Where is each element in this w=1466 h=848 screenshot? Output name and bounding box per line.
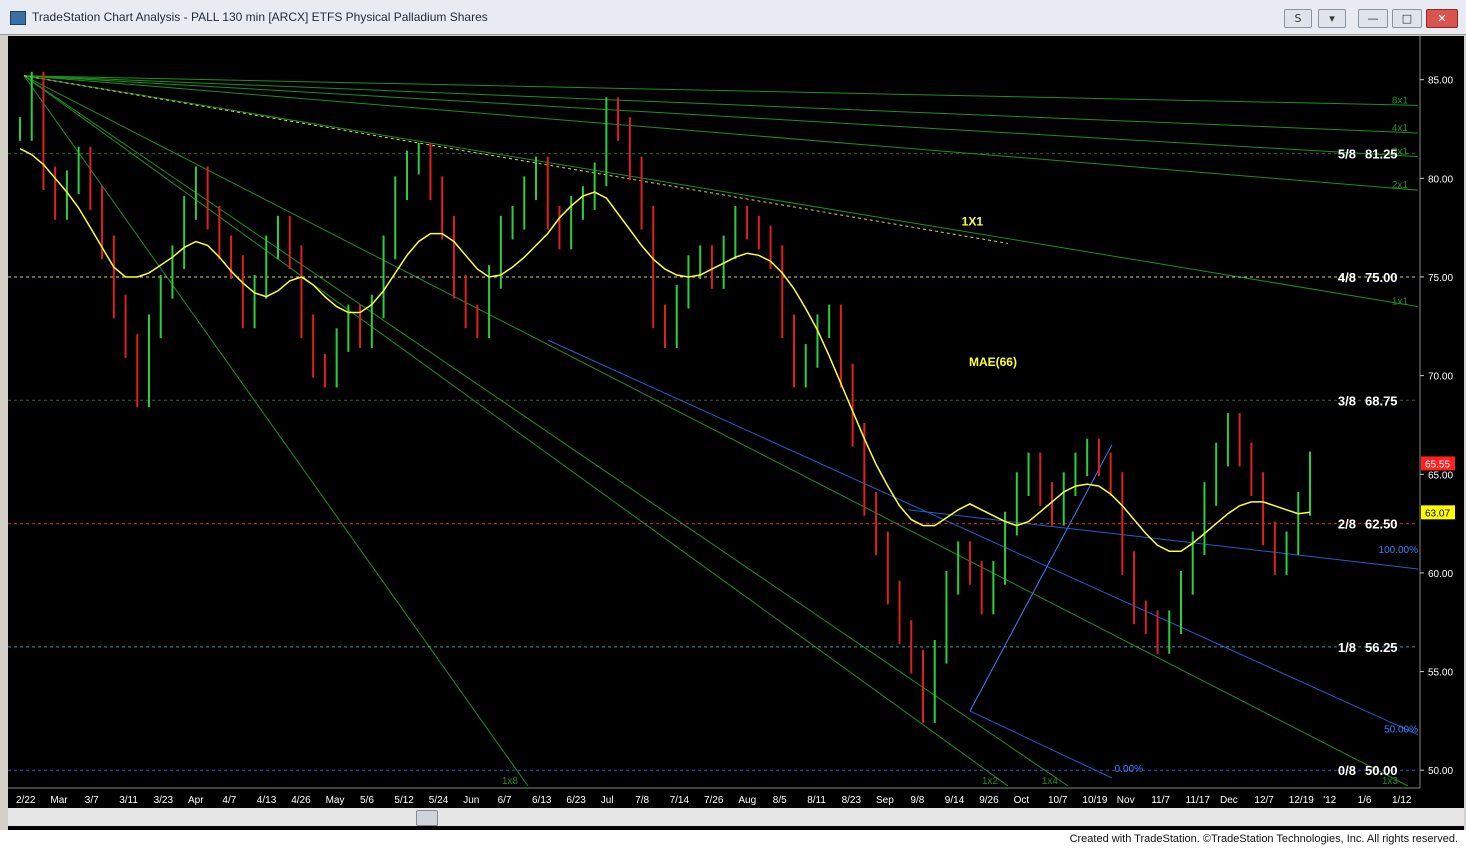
- gann-fan-label: 1x2: [982, 776, 999, 787]
- fib-level-label: 50.00%: [1384, 725, 1418, 736]
- date-axis-label: 3/23: [154, 795, 174, 806]
- date-axis-label: Sep: [876, 795, 894, 806]
- gann-fan-line: [23, 75, 1419, 106]
- date-axis-label: Aug: [738, 795, 756, 806]
- window-title: TradeStation Chart Analysis - PALL 130 m…: [32, 10, 488, 24]
- murrey-level-fraction: 0/8: [1338, 763, 1356, 778]
- price-axis-label: 85.00: [1428, 76, 1453, 87]
- date-axis-label: 1/12: [1392, 795, 1412, 806]
- date-axis-label: 2/22: [16, 795, 36, 806]
- murrey-level-fraction: 4/8: [1338, 270, 1356, 285]
- date-axis-label: 3/7: [85, 795, 99, 806]
- price-axis-label: 65.00: [1428, 470, 1453, 481]
- price-axis-label: 55.00: [1428, 668, 1453, 679]
- date-axis-label: 7/14: [670, 795, 690, 806]
- murrey-level-fraction: 3/8: [1338, 393, 1356, 408]
- date-axis-label: 12/7: [1254, 795, 1274, 806]
- one-by-one-trendline: [23, 75, 1009, 244]
- date-axis-label: 12/19: [1289, 795, 1314, 806]
- date-axis-label: 1/6: [1358, 795, 1372, 806]
- murrey-level-value: 62.50: [1365, 517, 1398, 532]
- last-price-text: 63.07: [1425, 508, 1450, 519]
- gann-fan-line: [23, 75, 1419, 134]
- murrey-level-value: 75.00: [1365, 270, 1398, 285]
- fib-level-label: 100.00%: [1379, 545, 1419, 556]
- date-axis-label: 4/13: [257, 795, 277, 806]
- date-axis-label: 7/8: [635, 795, 649, 806]
- date-axis-label: 5/24: [429, 795, 449, 806]
- gann-fan-line: [23, 75, 529, 787]
- symbol-link-button[interactable]: S: [1284, 9, 1312, 28]
- date-axis-label: Dec: [1220, 795, 1238, 806]
- date-axis-label: 10/19: [1082, 795, 1107, 806]
- title-bar: TradeStation Chart Analysis - PALL 130 m…: [0, 0, 1466, 35]
- price-axis-label: 80.00: [1428, 174, 1453, 185]
- price-axis-label: 50.00: [1428, 766, 1453, 777]
- date-axis-label: Mar: [50, 795, 68, 806]
- gann-fan-label: 1x4: [1042, 776, 1059, 787]
- gann-fan-line: [23, 75, 1409, 787]
- chart-annotation: 1X1: [962, 215, 984, 229]
- gann-fan-line: [23, 75, 1419, 308]
- app-icon: [10, 11, 26, 25]
- gann-fan-label: 1x8: [502, 776, 519, 787]
- gann-fan-line: [23, 75, 1419, 191]
- date-axis-label: 9/8: [910, 795, 924, 806]
- murrey-level-value: 68.75: [1365, 393, 1398, 408]
- murrey-level-value: 50.00: [1365, 763, 1398, 778]
- gann-fan-line: [23, 75, 1069, 787]
- mae-line: [19, 148, 1311, 552]
- price-axis-label: 70.00: [1428, 372, 1453, 383]
- chart-mode-button[interactable]: ▾: [1318, 9, 1346, 28]
- date-axis-label: '12: [1323, 795, 1336, 806]
- footer-bar: Created with TradeStation. ©TradeStation…: [0, 830, 1466, 848]
- date-axis-label: 11/7: [1151, 795, 1170, 806]
- minimize-button[interactable]: —: [1358, 9, 1388, 28]
- date-axis-label: 7/26: [704, 795, 724, 806]
- gann-fan-label: 8x1: [1392, 95, 1409, 106]
- date-axis-label: 8/11: [807, 795, 826, 806]
- scrollbar-thumb[interactable]: [416, 810, 438, 826]
- fib-level-label: 0.00%: [1115, 764, 1143, 775]
- date-axis-label: 11/17: [1186, 795, 1211, 806]
- date-axis-label: 4/26: [291, 795, 311, 806]
- close-button[interactable]: ✕: [1426, 9, 1458, 28]
- date-axis-label: Jul: [601, 795, 614, 806]
- date-axis-label: Apr: [188, 795, 204, 806]
- date-axis-label: 6/7: [498, 795, 512, 806]
- price-axis-label: 75.00: [1428, 273, 1453, 284]
- date-axis-label: Nov: [1117, 795, 1135, 806]
- murrey-level-fraction: 1/8: [1338, 640, 1356, 655]
- date-axis-label: 6/23: [566, 795, 586, 806]
- date-axis-label: 5/12: [394, 795, 414, 806]
- price-chart[interactable]: 8x14x13x12x11x11x2 1x31x41x8100.00%50.00%…: [8, 36, 1464, 808]
- date-axis-label: Oct: [1014, 795, 1030, 806]
- gann-fan-label: 1x1: [1392, 297, 1409, 308]
- last-price-text: 65.55: [1425, 459, 1450, 470]
- date-axis-label: 8/5: [773, 795, 787, 806]
- gann-fan-label: 4x1: [1392, 123, 1409, 134]
- gann-fan-line: [23, 75, 1419, 158]
- horizontal-scrollbar[interactable]: [8, 808, 1464, 826]
- date-axis-label: 10/7: [1048, 795, 1068, 806]
- murrey-level-fraction: 2/8: [1338, 517, 1356, 532]
- chart-area[interactable]: 8x1 4x1 3x1 2x1 1x1 1x2 1x3 1x4 1x8 100.00% 50.00%…: [8, 36, 1464, 832]
- chart-annotation: MAE(66): [969, 355, 1017, 369]
- credit-text: Created with TradeStation. ©TradeStation…: [1069, 833, 1458, 845]
- date-axis-label: 8/23: [842, 795, 862, 806]
- date-axis-label: 5/6: [360, 795, 374, 806]
- date-axis-label: 9/14: [945, 795, 965, 806]
- restore-button[interactable]: □: [1392, 9, 1422, 28]
- date-axis-label: Jun: [463, 795, 479, 806]
- date-axis-label: 4/7: [222, 795, 236, 806]
- date-axis-label: 6/13: [532, 795, 552, 806]
- murrey-level-value: 56.25: [1365, 640, 1398, 655]
- date-axis-label: May: [326, 795, 345, 806]
- murrey-level-fraction: 5/8: [1338, 147, 1356, 162]
- price-axis-label: 60.00: [1428, 569, 1453, 580]
- murrey-level-value: 81.25: [1365, 147, 1398, 162]
- date-axis-label: 9/26: [979, 795, 999, 806]
- date-axis-label: 3/11: [119, 795, 138, 806]
- gann-fan-label: 2x1: [1392, 180, 1409, 191]
